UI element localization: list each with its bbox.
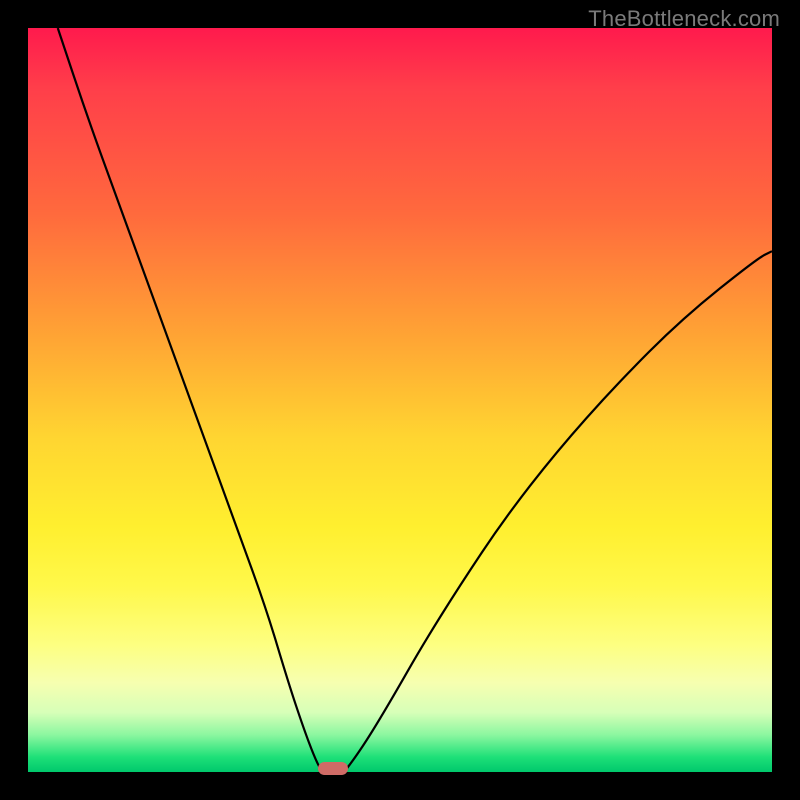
chart-container: TheBottleneck.com	[0, 0, 800, 800]
minimum-marker	[318, 762, 348, 775]
plot-area	[28, 28, 772, 772]
left-curve	[58, 28, 322, 772]
curve-layer	[28, 28, 772, 772]
right-curve	[344, 251, 772, 772]
